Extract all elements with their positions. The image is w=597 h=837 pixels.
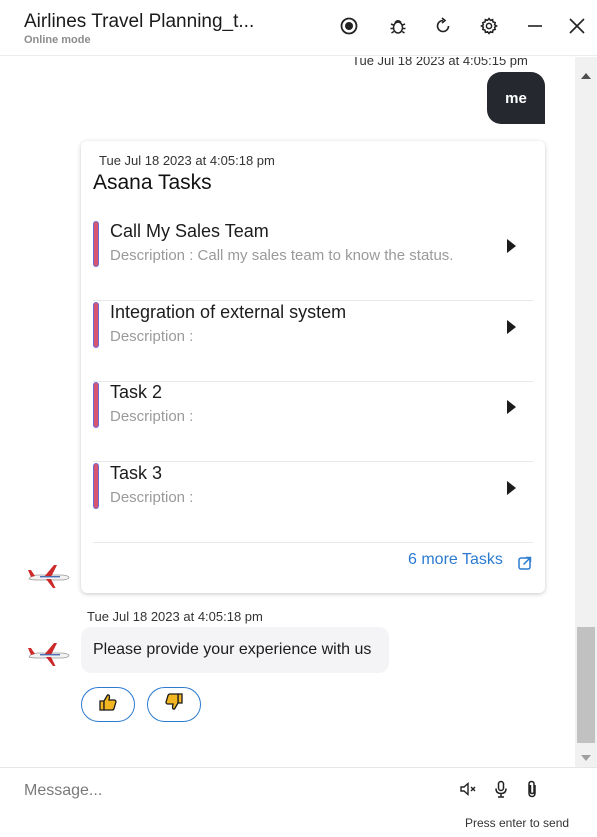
task-color-bar xyxy=(93,463,99,509)
thumbs-down-icon xyxy=(164,692,184,717)
message-timestamp: Tue Jul 18 2023 at 4:05:15 pm xyxy=(352,57,528,68)
task-name: Task 3 xyxy=(110,463,163,483)
asana-tasks-card: Tue Jul 18 2023 at 4:05:18 pm Asana Task… xyxy=(81,141,545,593)
scroll-thumb[interactable] xyxy=(577,627,595,743)
bot-title: Airlines Travel Planning_t... xyxy=(24,11,255,32)
mute-icon[interactable] xyxy=(457,778,479,800)
thumbs-up-button[interactable] xyxy=(81,687,135,722)
card-title: Asana Tasks xyxy=(93,171,212,194)
minimize-icon[interactable] xyxy=(523,14,547,38)
bot-message-bubble: Please provide your experience with us xyxy=(81,627,389,673)
task-name: Task 2 xyxy=(110,382,163,402)
more-tasks-link[interactable]: 6 more Tasks xyxy=(408,551,503,569)
scroll-down-arrow-icon[interactable] xyxy=(581,749,591,767)
task-name: Call My Sales Team xyxy=(110,221,269,241)
task-description: Description : xyxy=(110,408,194,425)
bot-avatar-airplane-icon xyxy=(26,562,72,590)
chat-header: Airlines Travel Planning_t... Online mod… xyxy=(0,0,597,56)
task-description: Description : xyxy=(110,328,194,345)
close-icon[interactable] xyxy=(565,14,589,38)
bug-icon[interactable] xyxy=(386,14,410,38)
chevron-right-icon[interactable] xyxy=(507,400,516,414)
task-item[interactable]: Task 2 Description : xyxy=(93,382,533,462)
task-description: Description : Call my sales team to know… xyxy=(110,247,454,264)
bot-avatar-airplane-icon xyxy=(26,640,72,668)
conversation-area: Tue Jul 18 2023 at 4:05:15 pm me Tue Jul… xyxy=(0,57,575,767)
chat-scrollbar[interactable] xyxy=(575,57,597,767)
status-text: Online mode xyxy=(24,34,91,46)
task-name: Integration of external system xyxy=(110,302,347,322)
attachment-icon[interactable] xyxy=(521,778,543,800)
chevron-right-icon[interactable] xyxy=(507,320,516,334)
task-item[interactable]: Call My Sales Team Description : Call my… xyxy=(93,221,533,301)
task-item[interactable]: Task 3 Description : xyxy=(93,463,533,543)
task-color-bar xyxy=(93,302,99,348)
record-icon[interactable] xyxy=(337,14,361,38)
task-color-bar xyxy=(93,221,99,267)
settings-icon[interactable] xyxy=(477,14,501,38)
refresh-icon[interactable] xyxy=(431,14,455,38)
chevron-right-icon[interactable] xyxy=(507,239,516,253)
card-timestamp: Tue Jul 18 2023 at 4:05:18 pm xyxy=(99,153,275,168)
microphone-icon[interactable] xyxy=(490,778,512,800)
task-description: Description : xyxy=(110,489,194,506)
message-timestamp: Tue Jul 18 2023 at 4:05:18 pm xyxy=(87,609,263,624)
thumbs-down-button[interactable] xyxy=(147,687,201,722)
thumbs-up-icon xyxy=(98,692,118,717)
task-color-bar xyxy=(93,382,99,428)
send-hint: Press enter to send xyxy=(465,816,570,830)
message-input[interactable] xyxy=(14,776,434,806)
task-item[interactable]: Integration of external system Descripti… xyxy=(93,302,533,382)
chevron-right-icon[interactable] xyxy=(507,481,516,495)
scroll-up-arrow-icon[interactable] xyxy=(581,67,591,85)
user-message-bubble: me xyxy=(487,72,545,124)
external-link-icon[interactable] xyxy=(517,555,533,576)
message-composer: Press enter to send xyxy=(0,767,597,837)
